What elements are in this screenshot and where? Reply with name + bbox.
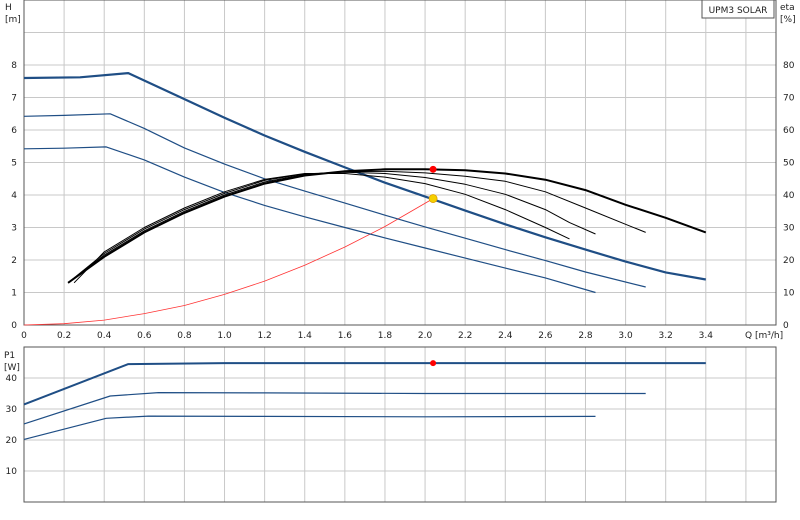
head-chart-grid	[23, 0, 776, 326]
x-tick-label-16: 3.2	[659, 331, 673, 341]
x-tick-label-5: 1.0	[217, 331, 232, 341]
x-tick-label-17: 3.4	[699, 331, 714, 341]
efficiency-curve-0	[67, 168, 707, 284]
y2-tick-label-1: 10	[783, 289, 795, 299]
y-tick-label-8: 8	[11, 61, 17, 71]
y-tick-label-2: 2	[11, 256, 17, 266]
x-tick-label-2: 0.4	[97, 331, 112, 341]
y2-tick-label-0: 0	[783, 321, 789, 331]
p-tick-label-1: 20	[6, 436, 18, 446]
y-tick-label-0: 0	[11, 321, 17, 331]
y-tick-label-4: 4	[11, 191, 17, 201]
pump-curve-chart: 0 0.2 0.4 0.6 0.8 1.0 1.2 1.4 1.6 1.8 2.0 2.2 2.4 2.6…	[4, 0, 796, 503]
head-curve-0	[23, 71, 706, 281]
head-curve-2	[23, 146, 596, 294]
x-tick-label-1: 0.2	[57, 331, 71, 341]
eta-axis-label-line1: eta	[780, 3, 795, 13]
y2-tick-label-4: 40	[783, 191, 795, 201]
power-operating-marker	[430, 360, 437, 367]
x-tick-label-6: 1.2	[257, 331, 271, 341]
x-axis-label: Q [m³/h]	[745, 331, 783, 341]
power-chart-frame	[23, 346, 777, 503]
head-axis-label-line2: [m]	[5, 15, 21, 25]
x-tick-label-12: 2.4	[498, 331, 513, 341]
eta-axis-label-line2: [%]	[780, 15, 796, 25]
p-tick-label-3: 40	[6, 374, 18, 384]
y-tick-label-3: 3	[11, 224, 17, 234]
p-tick-label-2: 30	[6, 405, 18, 415]
x-tick-label-13: 2.6	[538, 331, 553, 341]
head-axis-label-line1: H	[5, 3, 12, 13]
efficiency-curve-3	[73, 173, 570, 284]
power-curve-1	[23, 392, 646, 425]
head-curve-1	[23, 113, 646, 288]
x-tick-label-11: 2.2	[458, 331, 472, 341]
y2-tick-label-3: 30	[783, 224, 795, 234]
x-tick-label-9: 1.8	[378, 331, 393, 341]
x-tick-label-10: 2.0	[418, 331, 433, 341]
power-axis-label-line2: [W]	[4, 363, 20, 373]
x-tick-label-8: 1.6	[338, 331, 353, 341]
x-tick-label-3: 0.6	[137, 331, 152, 341]
x-tick-label-4: 0.8	[177, 331, 192, 341]
y2-tick-label-6: 60	[783, 126, 795, 136]
efficiency-marker	[429, 165, 437, 173]
system-curve	[23, 198, 434, 326]
y-tick-label-5: 5	[11, 159, 17, 169]
y2-tick-label-5: 50	[783, 159, 795, 169]
duty-point-marker	[428, 194, 438, 203]
y-tick-label-7: 7	[11, 94, 17, 104]
power-chart-grid	[23, 347, 776, 502]
model-title: UPM3 SOLAR	[709, 6, 768, 16]
x-tick-label-15: 3.0	[618, 331, 633, 341]
y2-tick-label-8: 80	[783, 61, 795, 71]
x-tick-label-7: 1.4	[298, 331, 313, 341]
y2-tick-label-2: 20	[783, 256, 795, 266]
axis-tick-labels: 0 0.2 0.4 0.6 0.8 1.0 1.2 1.4 1.6 1.8 2.0 2.2 2.4 2.6…	[6, 61, 795, 477]
x-tick-label-0: 0	[21, 331, 27, 341]
power-curve-0	[23, 362, 706, 406]
y2-tick-label-7: 70	[783, 94, 795, 104]
y-tick-label-6: 6	[11, 126, 17, 136]
power-axis-label-line1: P1	[4, 351, 15, 361]
y-tick-label-1: 1	[11, 289, 17, 299]
x-tick-label-14: 2.8	[578, 331, 593, 341]
power-curve-2	[23, 415, 596, 440]
p-tick-label-0: 10	[6, 467, 18, 477]
data-series	[23, 71, 707, 440]
